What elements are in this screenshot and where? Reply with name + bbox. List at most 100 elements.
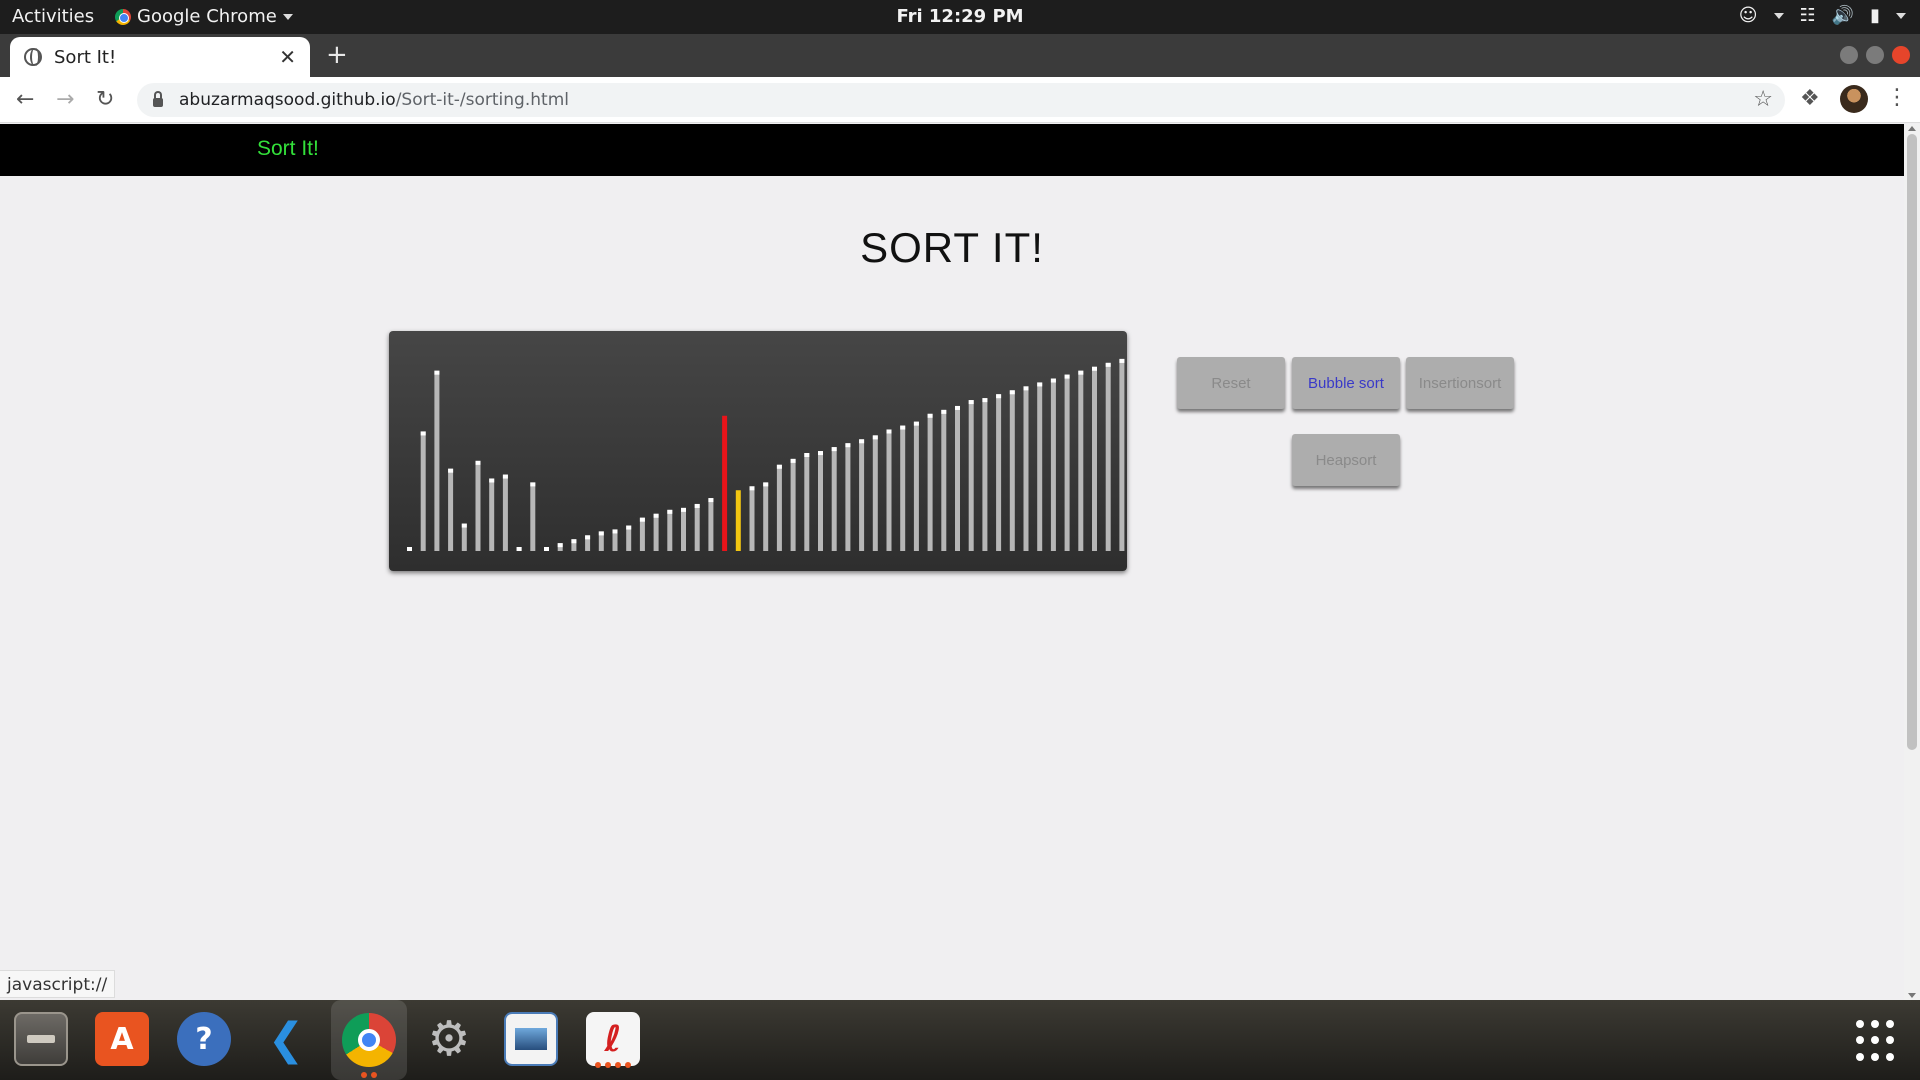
battery-icon: ▮ — [1870, 5, 1880, 26]
dock-image-viewer[interactable] — [500, 1008, 562, 1070]
dock-software[interactable]: A — [91, 1008, 153, 1070]
page-scrollbar[interactable] — [1904, 124, 1920, 1000]
site-brand-link[interactable]: Sort It! — [257, 137, 319, 161]
array-bar — [982, 398, 988, 551]
new-tab-button[interactable]: + — [326, 40, 348, 70]
dock-text-editor[interactable]: ℓ — [582, 1008, 644, 1070]
running-indicator — [582, 1062, 644, 1068]
close-tab-icon[interactable]: ✕ — [279, 45, 296, 69]
dock-settings[interactable]: ⚙ — [418, 1008, 480, 1070]
tab-title: Sort It! — [54, 46, 117, 68]
array-bar — [461, 523, 467, 551]
network-icon: ☷ — [1799, 5, 1816, 26]
array-bar-cap — [1037, 382, 1043, 387]
array-bar — [927, 413, 933, 551]
browser-tab[interactable]: Sort It! ✕ — [10, 37, 310, 77]
array-bar-cap — [872, 435, 878, 440]
dock-chrome[interactable] — [331, 1000, 407, 1080]
array-bar — [502, 474, 508, 551]
array-bar-cap — [1023, 386, 1029, 391]
array-bar — [639, 517, 645, 551]
minimize-button[interactable] — [1840, 46, 1858, 64]
array-bar — [1037, 382, 1043, 551]
close-window-button[interactable] — [1892, 46, 1910, 64]
array-bar-cap — [886, 429, 892, 434]
url-host: abuzarmaqsood.github.io — [179, 90, 396, 110]
scroll-down-arrow-icon[interactable] — [1908, 993, 1916, 998]
array-bar-cap — [968, 400, 974, 405]
forward-icon[interactable]: → — [56, 87, 74, 112]
settings-icon: ⚙ — [427, 1011, 471, 1067]
array-bar — [941, 409, 947, 551]
array-bar-cap — [475, 460, 481, 465]
array-bar-cap — [996, 394, 1002, 399]
array-bar — [489, 478, 495, 551]
array-bar-cap — [557, 543, 563, 548]
vscode-icon: ❮ — [267, 1013, 305, 1065]
menu-kebab-icon[interactable]: ⋮ — [1886, 85, 1908, 110]
insertion-sort-button[interactable]: Insertionsort — [1406, 357, 1514, 409]
array-bar-cap — [1078, 370, 1084, 375]
array-bar — [735, 490, 741, 551]
array-bar — [859, 439, 865, 551]
scroll-up-arrow-icon[interactable] — [1908, 126, 1916, 131]
app-menu[interactable]: Google Chrome — [115, 6, 293, 27]
page-title: SORT IT! — [860, 224, 1044, 271]
bookmark-star-icon[interactable]: ☆ — [1753, 87, 1773, 112]
volume-icon: 🔊 — [1831, 5, 1855, 26]
array-bar — [968, 400, 974, 551]
address-bar[interactable]: abuzarmaqsood.github.io /Sort-it-/sortin… — [137, 83, 1785, 117]
array-bar-cap — [859, 439, 865, 444]
array-bar — [804, 453, 810, 551]
array-bar-cap — [434, 370, 440, 375]
array-bar — [475, 460, 481, 551]
dock: A ? ❮ ⚙ ℓ — [0, 1000, 1920, 1080]
extensions-puzzle-icon[interactable]: ❖ — [1800, 86, 1820, 111]
array-bar — [1119, 358, 1125, 551]
activities-button[interactable]: Activities — [12, 6, 94, 27]
globe-icon — [24, 48, 42, 66]
browser-toolbar: ← → ↻ abuzarmaqsood.github.io /Sort-it-/… — [0, 77, 1920, 123]
clock[interactable]: Fri 12:29 PM — [896, 6, 1023, 27]
image-viewer-icon — [504, 1012, 558, 1066]
bubble-sort-button[interactable]: Bubble sort — [1292, 357, 1400, 409]
array-bar — [722, 415, 728, 551]
array-bar-cap — [941, 409, 947, 414]
bars-chart — [407, 358, 1125, 551]
help-icon: ? — [177, 1012, 231, 1066]
array-bar-cap — [489, 478, 495, 483]
accessibility-icon[interactable]: ☺ — [1739, 5, 1758, 26]
lock-icon[interactable] — [153, 90, 163, 107]
url-path: /Sort-it-/sorting.html — [395, 90, 569, 110]
array-bar — [694, 503, 700, 551]
link-status-bubble: javascript:// — [0, 970, 116, 998]
array-bar-cap — [982, 398, 988, 403]
array-bar — [653, 513, 659, 551]
show-applications-grid-icon[interactable] — [1856, 1020, 1898, 1062]
profile-avatar[interactable] — [1840, 85, 1868, 113]
array-bar-cap — [585, 535, 591, 540]
dock-help[interactable]: ? — [173, 1008, 235, 1070]
array-bar — [872, 435, 878, 551]
maximize-button[interactable] — [1866, 46, 1884, 64]
array-bar — [667, 509, 673, 551]
dock-files[interactable] — [10, 1008, 72, 1070]
array-bar — [1105, 362, 1111, 551]
system-tray[interactable]: ☺ ☷ 🔊 ▮ — [1739, 5, 1906, 26]
back-icon[interactable]: ← — [16, 87, 34, 112]
array-bar-cap — [612, 529, 618, 534]
array-bar — [434, 370, 440, 551]
scrollbar-thumb[interactable] — [1907, 134, 1917, 750]
dock-vscode[interactable]: ❮ — [255, 1008, 317, 1070]
app-menu-label: Google Chrome — [137, 6, 277, 27]
array-bar — [955, 405, 960, 551]
array-bar-cap — [571, 539, 577, 544]
reset-button[interactable]: Reset — [1177, 357, 1285, 409]
array-bar — [681, 507, 686, 551]
reload-icon[interactable]: ↻ — [96, 87, 114, 112]
array-bar-cap — [598, 531, 604, 536]
heap-sort-button[interactable]: Heapsort — [1292, 434, 1400, 486]
array-bar — [763, 482, 769, 551]
array-bar-cap — [708, 498, 714, 503]
array-bar-cap — [639, 517, 645, 522]
